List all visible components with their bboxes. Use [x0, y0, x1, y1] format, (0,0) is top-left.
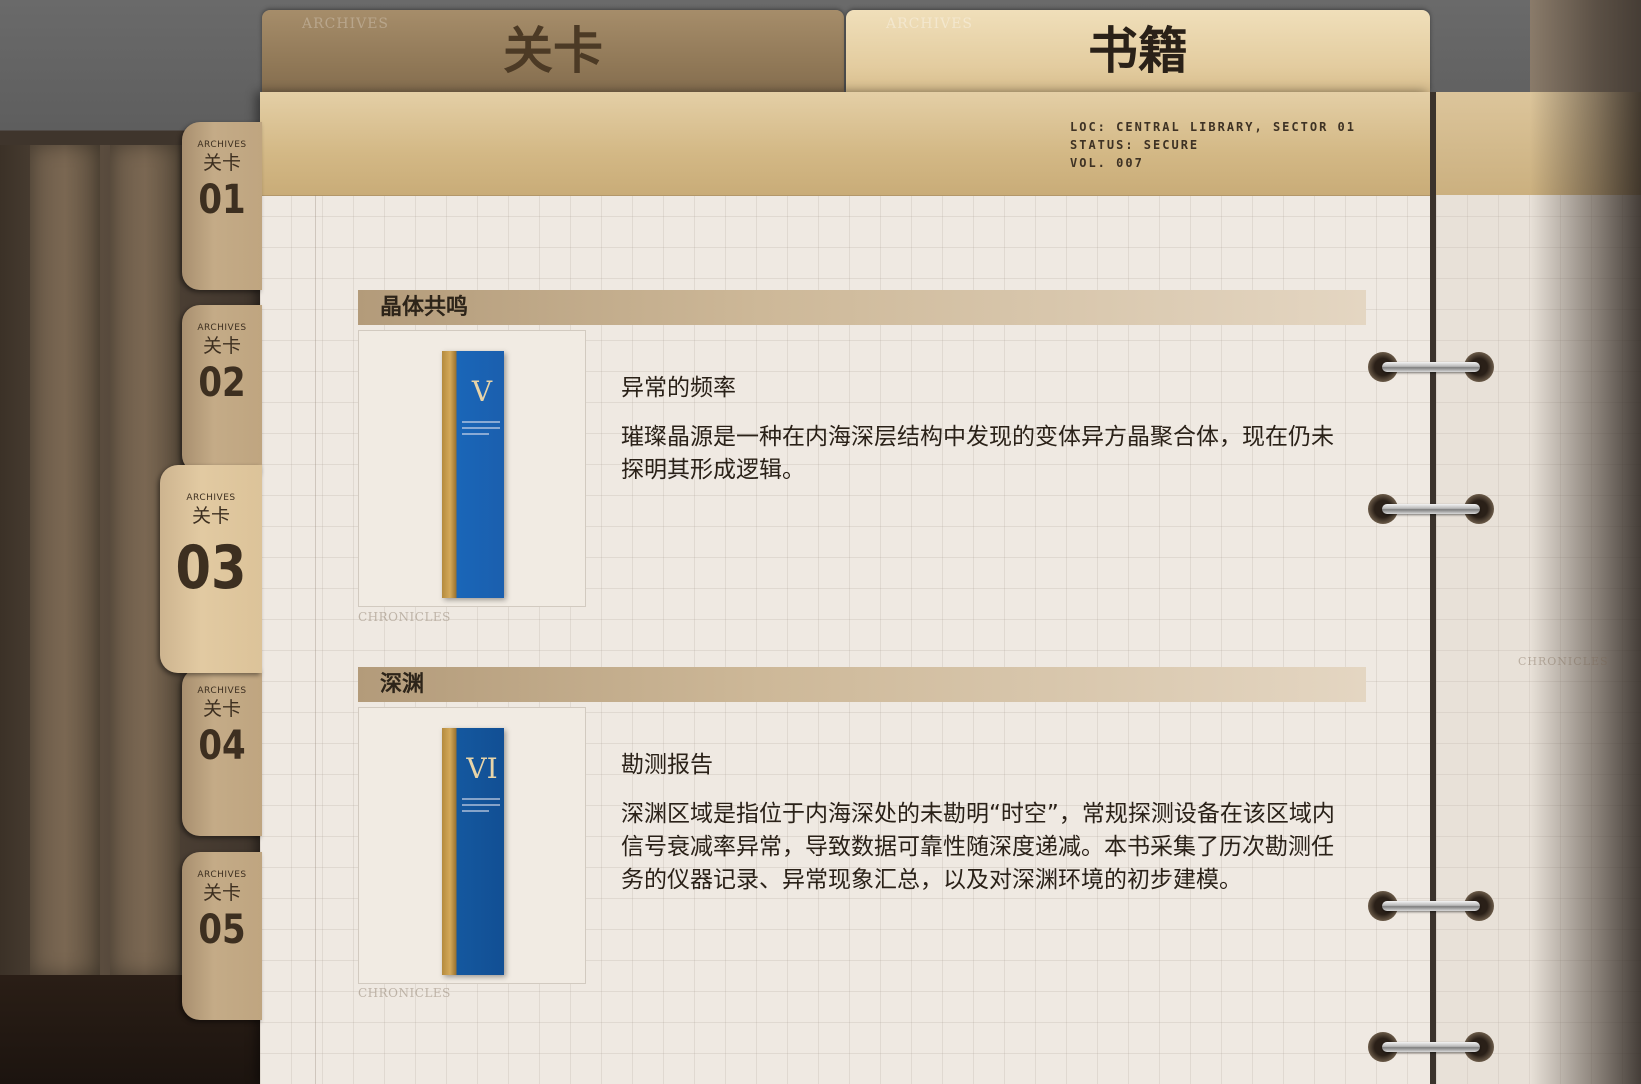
right-page-shadow	[1530, 92, 1641, 1084]
book-description: 璀璨晶源是一种在内海深层结构中发现的变体异方晶聚合体，现在仍未探明其形成逻辑。	[621, 424, 1334, 483]
book-title: 异常的频率	[621, 375, 736, 401]
book-cover-frame[interactable]: V	[358, 330, 586, 607]
section-header: 深渊	[358, 667, 1366, 702]
cover-caption: CHRONICLES	[358, 986, 451, 1000]
binder-ring	[1368, 889, 1494, 923]
tab-levels[interactable]: ARCHIVES 关卡	[262, 10, 844, 92]
cover-caption: CHRONICLES	[358, 610, 451, 624]
page-margin-line	[315, 195, 316, 1084]
side-tab-level-03[interactable]: ARCHIVES 关卡 03	[160, 465, 262, 673]
side-tab-archives: ARCHIVES	[197, 140, 247, 150]
side-tab-label: 关卡	[202, 152, 241, 174]
side-tab-number: 04	[198, 723, 246, 769]
book-cover-frame[interactable]: VI	[358, 707, 586, 984]
tab-watermark: ARCHIVES	[886, 16, 974, 32]
side-tab-archives: ARCHIVES	[197, 323, 247, 333]
header-vol: VOL. 007	[1070, 156, 1144, 170]
side-tab-archives: ARCHIVES	[186, 493, 236, 503]
side-tab-label: 关卡	[202, 882, 241, 904]
side-tab-level-04[interactable]: ARCHIVES 关卡 04	[182, 668, 262, 836]
tab-levels-label: 关卡	[503, 21, 603, 80]
side-tab-number: 03	[175, 533, 247, 603]
binder-ring	[1368, 492, 1494, 526]
side-tab-level-02[interactable]: ARCHIVES 关卡 02	[182, 305, 262, 473]
side-tab-number: 02	[198, 360, 246, 406]
header-info: LOC: CENTRAL LIBRARY, SECTOR 01 STATUS: …	[1070, 118, 1356, 172]
header-status: STATUS: SECURE	[1070, 138, 1200, 152]
book-description: 深渊区域是指位于内海深处的未勘明“时空”，常规探测设备在该区域内信号衰减率异常，…	[621, 801, 1335, 893]
side-tab-label: 关卡	[202, 335, 241, 357]
book-title: 勘测报告	[621, 752, 713, 778]
side-tab-level-05[interactable]: ARCHIVES 关卡 05	[182, 852, 262, 1020]
tab-watermark: ARCHIVES	[302, 16, 390, 32]
book-cover-roman: V	[471, 375, 493, 408]
side-tab-label: 关卡	[202, 698, 241, 720]
right-page-label: CHRONICLES	[1518, 655, 1609, 668]
book-cover-roman: VI	[466, 752, 498, 785]
side-tab-archives: ARCHIVES	[197, 686, 247, 696]
page-header: LOC: CENTRAL LIBRARY, SECTOR 01 STATUS: …	[260, 92, 1430, 196]
section-header: 晶体共鸣	[358, 290, 1366, 325]
binder-ring	[1368, 1030, 1494, 1064]
book-cover-text-lines	[462, 798, 500, 816]
book-cover: V	[442, 351, 504, 598]
book-cover: VI	[442, 728, 504, 975]
side-tab-level-01[interactable]: ARCHIVES 关卡 01	[182, 122, 262, 290]
notebook-spine	[1430, 92, 1436, 1084]
background-board	[30, 145, 100, 975]
side-tab-archives: ARCHIVES	[197, 870, 247, 880]
side-tab-number: 05	[198, 907, 246, 953]
book-cover-text-lines	[462, 421, 500, 439]
header-loc: LOC: CENTRAL LIBRARY, SECTOR 01	[1070, 120, 1356, 134]
side-tab-label: 关卡	[191, 505, 230, 527]
tab-books[interactable]: ARCHIVES 书籍	[846, 10, 1430, 92]
tab-books-label: 书籍	[1088, 21, 1188, 80]
side-tab-number: 01	[198, 177, 246, 223]
binder-ring	[1368, 350, 1494, 384]
